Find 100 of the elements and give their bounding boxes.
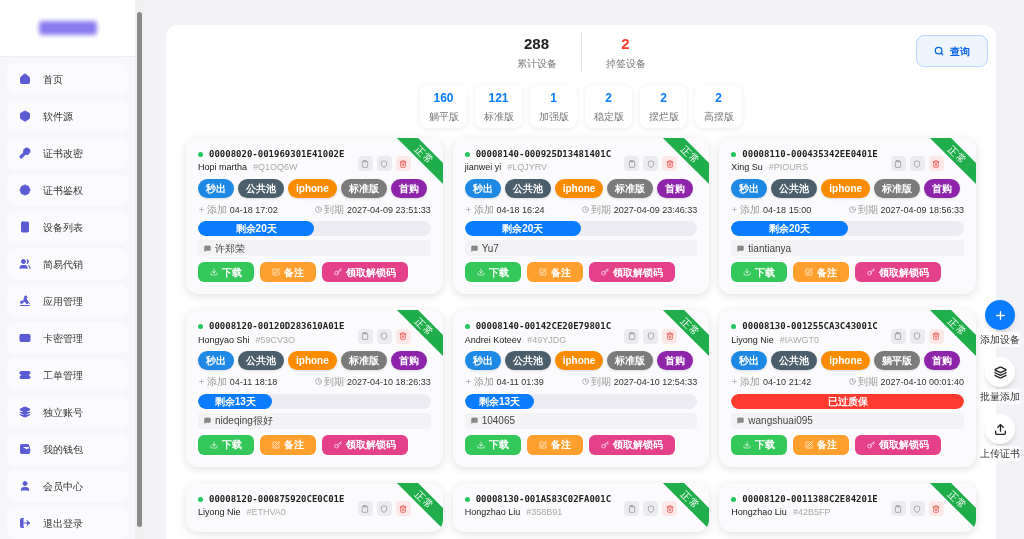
tag: iphone <box>554 351 604 370</box>
comment-icon <box>470 417 478 424</box>
device-id: 00008120-000875920CE0C01E <box>209 492 345 506</box>
device-id: 00008140-00142CE20E79801C <box>475 320 612 333</box>
copy-button[interactable] <box>624 328 640 344</box>
shield-button[interactable] <box>376 501 392 517</box>
note-text: 许郑荣 <box>215 241 245 256</box>
action-button[interactable]: 备注 <box>793 434 850 455</box>
layers-icon <box>19 406 31 418</box>
key-icon <box>600 268 609 276</box>
action-button[interactable]: 备注 <box>260 434 316 455</box>
action-button[interactable]: 领取解锁码 <box>322 262 408 282</box>
float-button[interactable] <box>985 357 1015 387</box>
action-button[interactable]: 领取解锁码 <box>855 434 942 455</box>
scrollbar-thumb[interactable] <box>137 12 142 527</box>
sidebar-item[interactable]: 首页 <box>7 63 128 95</box>
action-button[interactable]: 下载 <box>731 434 788 455</box>
copy-button[interactable] <box>357 501 373 517</box>
action-button[interactable]: 领取解锁码 <box>588 262 675 282</box>
key-icon <box>19 147 31 159</box>
sidebar-item[interactable]: 我的钱包 <box>7 433 128 465</box>
action-button[interactable]: 领取解锁码 <box>322 434 408 455</box>
float-label: 添加设备 <box>980 332 1020 347</box>
action-button[interactable]: 下载 <box>198 434 254 455</box>
shield-button[interactable] <box>643 156 659 172</box>
sidebar-item[interactable]: 证书改密 <box>7 137 128 169</box>
device-code: #49YJDG <box>527 333 567 347</box>
copy-button[interactable] <box>624 501 640 517</box>
delete-button[interactable] <box>395 328 411 344</box>
key-icon <box>334 268 342 276</box>
logout-icon <box>19 517 31 529</box>
action-button[interactable]: 领取解锁码 <box>855 262 942 282</box>
device-code: #LQJYRV <box>507 161 548 174</box>
clipboard-icon <box>627 332 636 341</box>
warranty-bar: 已过质保 <box>731 393 964 409</box>
phone-icon <box>19 221 31 233</box>
delete-button[interactable] <box>395 501 411 517</box>
action-button[interactable]: 下载 <box>464 262 521 282</box>
delete-button[interactable] <box>662 156 678 172</box>
clipboard-icon <box>627 504 636 513</box>
copy-button[interactable] <box>357 328 373 344</box>
expire-time: 到期 2027-04-10 12:54:33 <box>590 375 698 389</box>
query-button[interactable]: 查询 <box>916 35 988 67</box>
delete-button[interactable] <box>929 156 944 172</box>
summary-value: 288 <box>524 34 549 54</box>
action-button[interactable]: 备注 <box>260 262 316 282</box>
shield-button[interactable] <box>910 501 925 517</box>
tag: 公共池 <box>504 351 551 370</box>
tag: 公共池 <box>238 178 284 198</box>
copy-button[interactable] <box>357 156 373 172</box>
sidebar-item[interactable]: 应用管理 <box>7 285 128 317</box>
delete-button[interactable] <box>929 501 944 517</box>
added-time: 添加 04-10 21:42 <box>740 375 812 389</box>
shield-button[interactable] <box>643 328 659 344</box>
delete-button[interactable] <box>662 328 678 344</box>
key-icon <box>600 440 609 449</box>
logo-icon <box>38 21 97 35</box>
delete-button[interactable] <box>395 156 411 172</box>
action-button[interactable]: 下载 <box>731 262 788 282</box>
sidebar-item[interactable]: 简易代销 <box>7 248 128 280</box>
action-button[interactable]: 领取解锁码 <box>588 434 675 455</box>
delete-button[interactable] <box>929 328 944 344</box>
copy-button[interactable] <box>891 156 906 172</box>
sidebar-item[interactable]: 卡密管理 <box>7 322 128 354</box>
float-button[interactable] <box>985 414 1015 444</box>
sidebar-item[interactable]: 软件源 <box>7 100 128 132</box>
copy-button[interactable] <box>891 328 906 344</box>
action-button[interactable]: 下载 <box>198 262 254 282</box>
float-label: 批量添加 <box>980 389 1020 404</box>
tag: 躺平版 <box>874 351 921 370</box>
shield-button[interactable] <box>376 156 392 172</box>
copy-button[interactable] <box>891 501 906 517</box>
sidebar-item[interactable]: 退出登录 <box>7 507 128 539</box>
copy-button[interactable] <box>624 156 640 172</box>
sidebar-item[interactable]: 设备列表 <box>7 211 128 243</box>
shield-button[interactable] <box>910 156 925 172</box>
shield-button[interactable] <box>910 328 925 344</box>
action-button[interactable]: 备注 <box>526 262 583 282</box>
edition-count: 2 <box>605 89 612 107</box>
scrollbar[interactable] <box>135 0 144 539</box>
trash-icon <box>932 504 941 513</box>
shield-button[interactable] <box>643 501 659 517</box>
sidebar-item[interactable]: 证书鉴权 <box>7 174 128 206</box>
tag: 首购 <box>924 178 961 198</box>
warranty-bar: 剩余20天 <box>198 221 315 236</box>
action-button[interactable]: 备注 <box>793 262 850 282</box>
edition-label: 摆烂版 <box>648 109 679 124</box>
action-button[interactable]: 备注 <box>526 434 583 455</box>
owner-name: Liyong Nie <box>198 506 241 519</box>
tag: 秒出 <box>198 351 234 370</box>
warranty-bar: 剩余13天 <box>464 393 535 409</box>
sidebar-item[interactable]: 独立账号 <box>7 396 128 428</box>
sidebar-item[interactable]: 工单管理 <box>7 359 128 391</box>
clipboard-icon <box>894 159 903 168</box>
action-button[interactable]: 下载 <box>464 434 521 455</box>
delete-button[interactable] <box>662 501 678 517</box>
sidebar-item[interactable]: 会员中心 <box>7 470 128 502</box>
shield-button[interactable] <box>376 328 392 344</box>
edit-icon <box>538 440 547 449</box>
clipboard-icon <box>894 332 903 341</box>
